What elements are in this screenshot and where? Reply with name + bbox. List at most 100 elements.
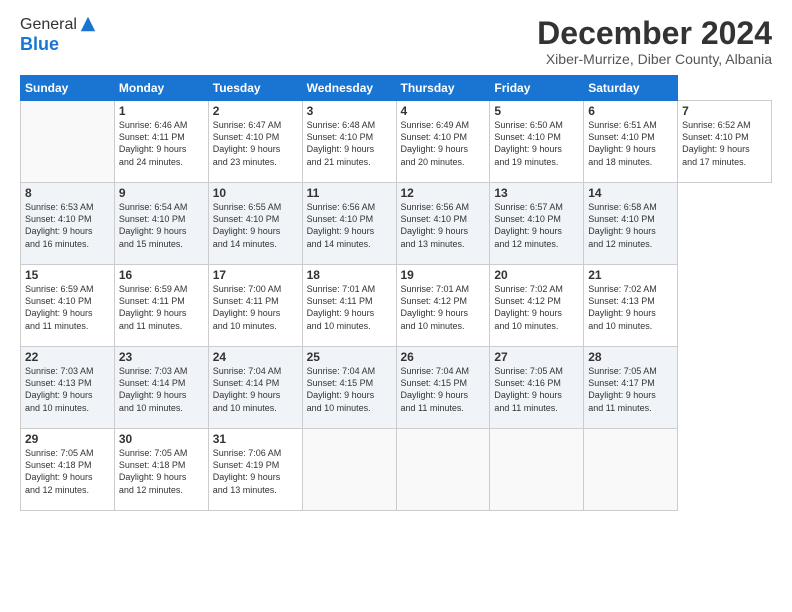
- calendar-cell: [302, 429, 396, 511]
- logo: General Blue: [20, 16, 97, 55]
- col-thursday: Thursday: [396, 76, 490, 101]
- day-info: Sunrise: 6:50 AM Sunset: 4:10 PM Dayligh…: [494, 119, 579, 168]
- location-subtitle: Xiber-Murrize, Diber County, Albania: [537, 51, 772, 67]
- day-info: Sunrise: 7:04 AM Sunset: 4:15 PM Dayligh…: [401, 365, 486, 414]
- day-number: 6: [588, 104, 673, 118]
- day-info: Sunrise: 7:03 AM Sunset: 4:13 PM Dayligh…: [25, 365, 110, 414]
- month-title: December 2024: [537, 16, 772, 51]
- logo-icon: [79, 15, 97, 33]
- calendar-cell: 11Sunrise: 6:56 AM Sunset: 4:10 PM Dayli…: [302, 183, 396, 265]
- day-info: Sunrise: 6:53 AM Sunset: 4:10 PM Dayligh…: [25, 201, 110, 250]
- day-number: 7: [682, 104, 767, 118]
- day-info: Sunrise: 7:05 AM Sunset: 4:16 PM Dayligh…: [494, 365, 579, 414]
- day-number: 28: [588, 350, 673, 364]
- calendar-cell: 13Sunrise: 6:57 AM Sunset: 4:10 PM Dayli…: [490, 183, 584, 265]
- calendar-cell: 18Sunrise: 7:01 AM Sunset: 4:11 PM Dayli…: [302, 265, 396, 347]
- day-number: 8: [25, 186, 110, 200]
- day-number: 20: [494, 268, 579, 282]
- day-number: 2: [213, 104, 298, 118]
- calendar-week-2: 15Sunrise: 6:59 AM Sunset: 4:10 PM Dayli…: [21, 265, 772, 347]
- calendar-cell: 19Sunrise: 7:01 AM Sunset: 4:12 PM Dayli…: [396, 265, 490, 347]
- calendar-header-row: Sunday Monday Tuesday Wednesday Thursday…: [21, 76, 772, 101]
- calendar-cell: 26Sunrise: 7:04 AM Sunset: 4:15 PM Dayli…: [396, 347, 490, 429]
- day-number: 13: [494, 186, 579, 200]
- calendar-cell: 27Sunrise: 7:05 AM Sunset: 4:16 PM Dayli…: [490, 347, 584, 429]
- calendar-cell: 12Sunrise: 6:56 AM Sunset: 4:10 PM Dayli…: [396, 183, 490, 265]
- calendar-week-0: 1Sunrise: 6:46 AM Sunset: 4:11 PM Daylig…: [21, 101, 772, 183]
- day-number: 19: [401, 268, 486, 282]
- calendar-cell: 15Sunrise: 6:59 AM Sunset: 4:10 PM Dayli…: [21, 265, 115, 347]
- day-number: 16: [119, 268, 204, 282]
- day-number: 24: [213, 350, 298, 364]
- day-number: 17: [213, 268, 298, 282]
- col-saturday: Saturday: [584, 76, 678, 101]
- calendar-cell: 5Sunrise: 6:50 AM Sunset: 4:10 PM Daylig…: [490, 101, 584, 183]
- day-number: 5: [494, 104, 579, 118]
- day-number: 1: [119, 104, 204, 118]
- col-wednesday: Wednesday: [302, 76, 396, 101]
- day-number: 30: [119, 432, 204, 446]
- day-number: 18: [307, 268, 392, 282]
- day-number: 26: [401, 350, 486, 364]
- day-info: Sunrise: 6:59 AM Sunset: 4:10 PM Dayligh…: [25, 283, 110, 332]
- calendar-cell: 25Sunrise: 7:04 AM Sunset: 4:15 PM Dayli…: [302, 347, 396, 429]
- day-info: Sunrise: 7:04 AM Sunset: 4:15 PM Dayligh…: [307, 365, 392, 414]
- col-friday: Friday: [490, 76, 584, 101]
- day-info: Sunrise: 7:01 AM Sunset: 4:12 PM Dayligh…: [401, 283, 486, 332]
- day-info: Sunrise: 7:02 AM Sunset: 4:12 PM Dayligh…: [494, 283, 579, 332]
- calendar-cell: 20Sunrise: 7:02 AM Sunset: 4:12 PM Dayli…: [490, 265, 584, 347]
- day-info: Sunrise: 6:46 AM Sunset: 4:11 PM Dayligh…: [119, 119, 204, 168]
- calendar-cell: 16Sunrise: 6:59 AM Sunset: 4:11 PM Dayli…: [114, 265, 208, 347]
- calendar-cell: 9Sunrise: 6:54 AM Sunset: 4:10 PM Daylig…: [114, 183, 208, 265]
- calendar-cell: 24Sunrise: 7:04 AM Sunset: 4:14 PM Dayli…: [208, 347, 302, 429]
- day-info: Sunrise: 7:02 AM Sunset: 4:13 PM Dayligh…: [588, 283, 673, 332]
- day-info: Sunrise: 6:56 AM Sunset: 4:10 PM Dayligh…: [307, 201, 392, 250]
- calendar-cell: 17Sunrise: 7:00 AM Sunset: 4:11 PM Dayli…: [208, 265, 302, 347]
- calendar-cell: 14Sunrise: 6:58 AM Sunset: 4:10 PM Dayli…: [584, 183, 678, 265]
- day-info: Sunrise: 6:49 AM Sunset: 4:10 PM Dayligh…: [401, 119, 486, 168]
- calendar-cell: 4Sunrise: 6:49 AM Sunset: 4:10 PM Daylig…: [396, 101, 490, 183]
- calendar-cell: 10Sunrise: 6:55 AM Sunset: 4:10 PM Dayli…: [208, 183, 302, 265]
- day-number: 22: [25, 350, 110, 364]
- calendar-cell: 1Sunrise: 6:46 AM Sunset: 4:11 PM Daylig…: [114, 101, 208, 183]
- day-info: Sunrise: 7:06 AM Sunset: 4:19 PM Dayligh…: [213, 447, 298, 496]
- day-number: 9: [119, 186, 204, 200]
- day-info: Sunrise: 7:05 AM Sunset: 4:18 PM Dayligh…: [119, 447, 204, 496]
- day-number: 14: [588, 186, 673, 200]
- day-info: Sunrise: 6:56 AM Sunset: 4:10 PM Dayligh…: [401, 201, 486, 250]
- day-info: Sunrise: 7:05 AM Sunset: 4:17 PM Dayligh…: [588, 365, 673, 414]
- day-info: Sunrise: 7:00 AM Sunset: 4:11 PM Dayligh…: [213, 283, 298, 332]
- calendar-cell: [490, 429, 584, 511]
- day-info: Sunrise: 6:48 AM Sunset: 4:10 PM Dayligh…: [307, 119, 392, 168]
- day-info: Sunrise: 6:52 AM Sunset: 4:10 PM Dayligh…: [682, 119, 767, 168]
- calendar-cell: [396, 429, 490, 511]
- calendar-cell: [584, 429, 678, 511]
- day-number: 10: [213, 186, 298, 200]
- calendar-cell: 28Sunrise: 7:05 AM Sunset: 4:17 PM Dayli…: [584, 347, 678, 429]
- day-info: Sunrise: 6:47 AM Sunset: 4:10 PM Dayligh…: [213, 119, 298, 168]
- col-monday: Monday: [114, 76, 208, 101]
- day-number: 15: [25, 268, 110, 282]
- day-number: 29: [25, 432, 110, 446]
- calendar-week-4: 29Sunrise: 7:05 AM Sunset: 4:18 PM Dayli…: [21, 429, 772, 511]
- page: General Blue December 2024 Xiber-Murrize…: [0, 0, 792, 612]
- day-info: Sunrise: 6:58 AM Sunset: 4:10 PM Dayligh…: [588, 201, 673, 250]
- calendar-table: Sunday Monday Tuesday Wednesday Thursday…: [20, 75, 772, 511]
- day-info: Sunrise: 6:57 AM Sunset: 4:10 PM Dayligh…: [494, 201, 579, 250]
- day-info: Sunrise: 7:04 AM Sunset: 4:14 PM Dayligh…: [213, 365, 298, 414]
- day-info: Sunrise: 6:59 AM Sunset: 4:11 PM Dayligh…: [119, 283, 204, 332]
- day-number: 11: [307, 186, 392, 200]
- day-info: Sunrise: 6:54 AM Sunset: 4:10 PM Dayligh…: [119, 201, 204, 250]
- calendar-cell: 31Sunrise: 7:06 AM Sunset: 4:19 PM Dayli…: [208, 429, 302, 511]
- day-number: 3: [307, 104, 392, 118]
- calendar-week-3: 22Sunrise: 7:03 AM Sunset: 4:13 PM Dayli…: [21, 347, 772, 429]
- calendar-cell: 30Sunrise: 7:05 AM Sunset: 4:18 PM Dayli…: [114, 429, 208, 511]
- calendar-cell: 29Sunrise: 7:05 AM Sunset: 4:18 PM Dayli…: [21, 429, 115, 511]
- calendar-cell: 2Sunrise: 6:47 AM Sunset: 4:10 PM Daylig…: [208, 101, 302, 183]
- day-number: 27: [494, 350, 579, 364]
- calendar-cell: 21Sunrise: 7:02 AM Sunset: 4:13 PM Dayli…: [584, 265, 678, 347]
- day-info: Sunrise: 7:01 AM Sunset: 4:11 PM Dayligh…: [307, 283, 392, 332]
- col-tuesday: Tuesday: [208, 76, 302, 101]
- day-number: 21: [588, 268, 673, 282]
- day-info: Sunrise: 7:05 AM Sunset: 4:18 PM Dayligh…: [25, 447, 110, 496]
